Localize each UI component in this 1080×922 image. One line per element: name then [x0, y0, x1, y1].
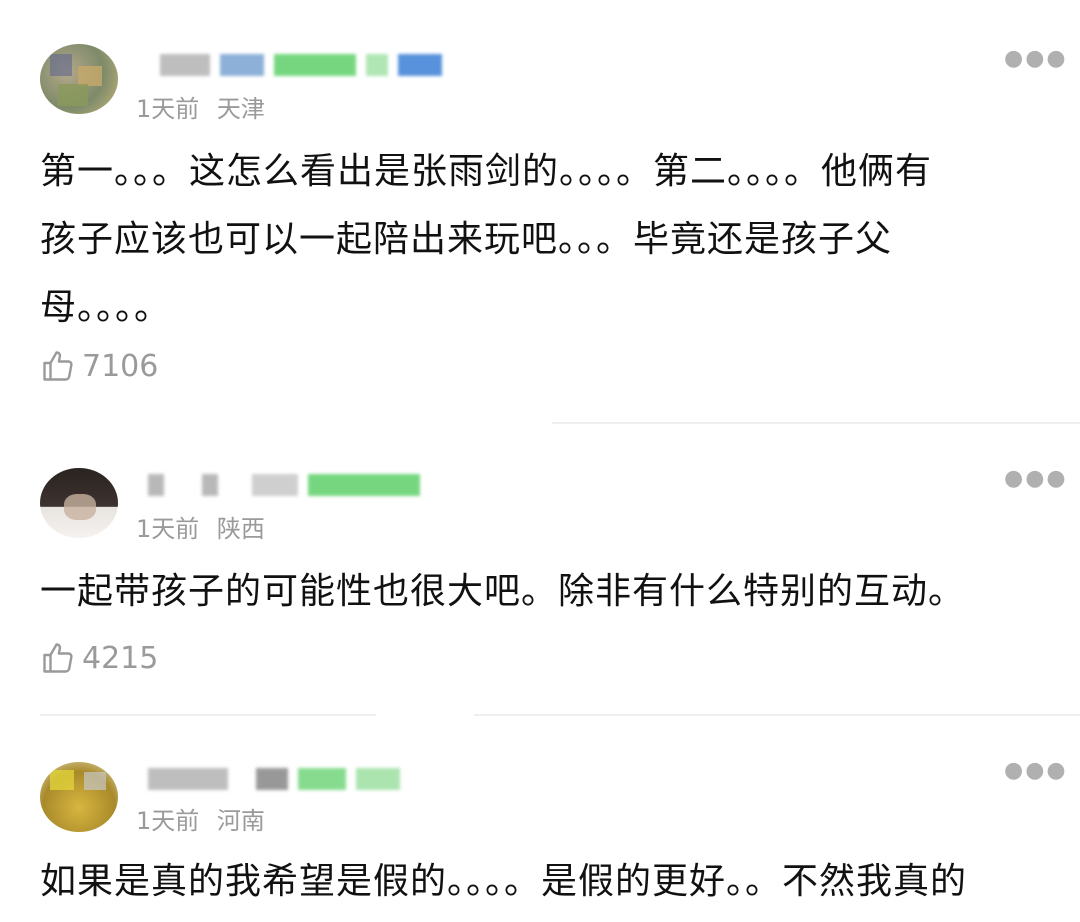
comment-meta: 1天前 陕西 [136, 509, 265, 544]
level-badge [274, 54, 356, 76]
comment-text: 一起带孩子的可能性也很大吧。除非有什么特别的互动。 [40, 558, 1040, 626]
comment-time: 1天前 [136, 95, 200, 123]
like-count: 7106 [82, 348, 159, 384]
comment-text-line: 如果是真的我希望是假的。。。。是假的更好。。不然我真的 [40, 861, 968, 902]
thumbs-up-icon [40, 348, 76, 384]
avatar[interactable] [40, 762, 118, 832]
comment-time: 1天前 [136, 807, 200, 835]
avatar[interactable] [40, 468, 118, 538]
username-masked[interactable] [148, 468, 420, 502]
thumbs-up-icon [40, 640, 76, 676]
divider [474, 714, 1080, 716]
comment-text-line: 第一。。。这怎么看出是张雨剑的。。。。第二。。。。他俩有 [40, 151, 933, 192]
comment-text: 如果是真的我希望是假的。。。。是假的更好。。不然我真的 [40, 848, 1040, 916]
like-button[interactable]: 7106 [40, 348, 158, 384]
like-button[interactable]: 4215 [40, 640, 158, 676]
level-badge [308, 474, 420, 496]
level-badge [298, 768, 346, 790]
more-dots-icon[interactable]: ●●● [1004, 758, 1068, 783]
divider [552, 422, 1080, 424]
comment-text-line: 一起带孩子的可能性也很大吧。除非有什么特别的互动。 [40, 571, 966, 612]
username-masked[interactable] [148, 762, 400, 796]
comment-meta: 1天前 天津 [136, 89, 265, 124]
comment-location: 陕西 [216, 515, 265, 543]
avatar[interactable] [40, 44, 118, 114]
vip-badge [398, 54, 442, 76]
username-masked[interactable] [160, 48, 442, 82]
comment-location: 天津 [216, 95, 265, 123]
comment-text: 第一。。。这怎么看出是张雨剑的。。。。第二。。。。他俩有 孩子应该也可以一起陪出… [40, 138, 1040, 342]
comment-text-line: 孩子应该也可以一起陪出来玩吧。。。毕竟还是孩子父 [40, 219, 893, 260]
comment-location: 河南 [216, 807, 265, 835]
more-dots-icon[interactable]: ●●● [1004, 466, 1068, 491]
comment-time: 1天前 [136, 515, 200, 543]
comment-text-line: 母。。。。 [40, 287, 172, 328]
divider [40, 714, 376, 716]
comment-meta: 1天前 河南 [136, 801, 265, 836]
like-count: 4215 [82, 640, 159, 676]
more-dots-icon[interactable]: ●●● [1004, 46, 1068, 71]
